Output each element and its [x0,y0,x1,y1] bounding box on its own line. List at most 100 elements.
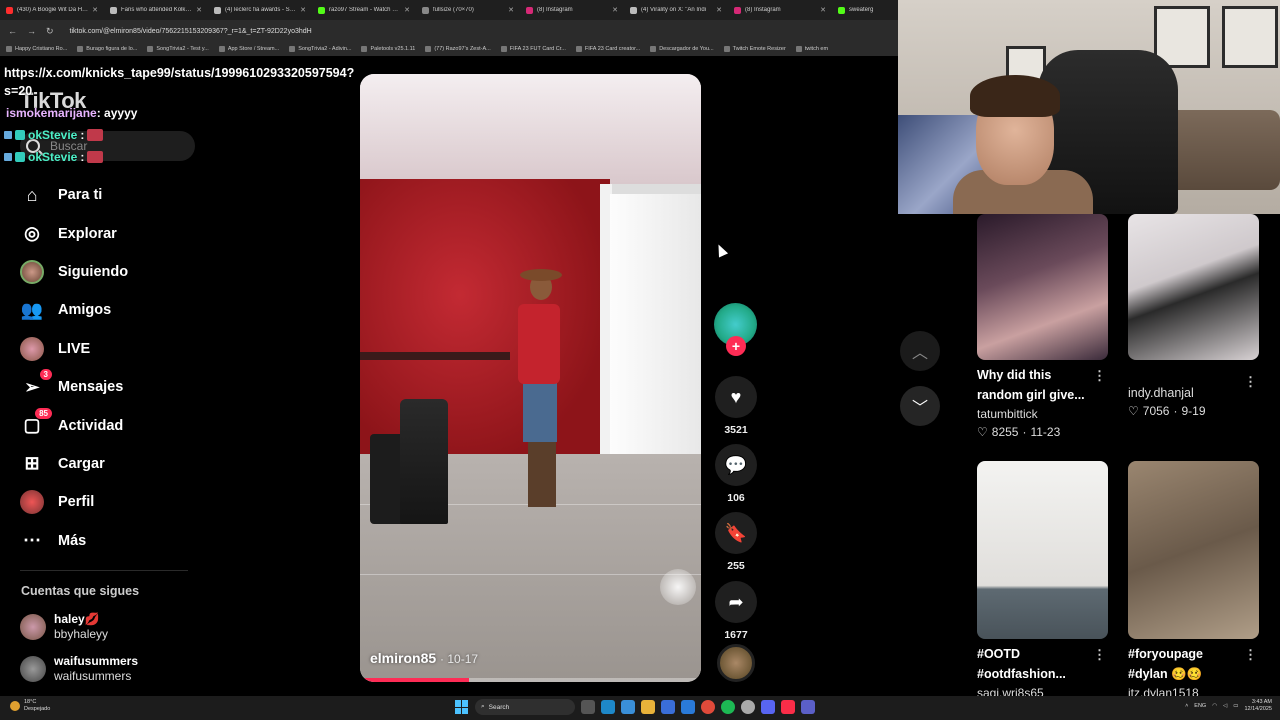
edge-icon[interactable] [601,700,615,714]
sidebar-item-para-ti[interactable]: ⌂ Para ti [18,176,198,214]
more-options-icon[interactable]: ⋮ [1093,645,1106,665]
bookmark-item[interactable]: twitch em [795,46,828,52]
video-thumbnail[interactable] [1128,461,1259,639]
following-account[interactable]: haley💋 bbyhaleyy [20,612,108,642]
video-author-name[interactable]: elmiron85 [370,650,436,666]
bookmark-icon[interactable]: 🔖 [715,512,757,554]
share-icon[interactable]: ➦ [715,581,757,623]
follow-plus-button[interactable]: + [726,336,746,356]
reload-icon[interactable]: ↻ [46,26,54,37]
bookmark-item[interactable]: Burago figura de lo... [77,46,137,52]
previous-video-button[interactable]: ︿ [900,331,940,371]
bookmark-item[interactable]: Descargador de You... [650,46,714,52]
comment-icon[interactable]: 💬 [715,444,757,486]
heart-outline-icon: ♡ [977,425,988,439]
card-username[interactable]: sagi.wri8s65 [977,686,1108,696]
browser-tab[interactable]: fullsize (70×70) ✕ [416,2,520,18]
recommended-video-card[interactable]: indy.dhanjal ⋮ ♡ 7056 · 9-19 [1128,214,1259,418]
mail-icon[interactable] [681,700,695,714]
close-icon[interactable]: ✕ [716,6,722,14]
heart-icon[interactable]: ♥ [715,376,757,418]
bookmark-item[interactable]: App Store / Stream... [218,46,279,52]
wifi-icon[interactable]: ◠ [1212,703,1217,709]
recommended-video-card[interactable]: #OOTD #ootdfashion... ⋮ sagi.wri8s65 [977,461,1108,696]
close-icon[interactable]: ✕ [196,6,202,14]
browser-tab[interactable]: sweaterg✕ [832,2,900,18]
sidebar-item-cargar[interactable]: ⊞ Cargar [18,445,198,483]
recommended-video-card[interactable]: Why did this random girl give... ⋮ tatum… [977,214,1108,439]
task-view-icon[interactable] [581,700,595,714]
account-handle: bbyhaleyy [54,627,109,641]
sidebar-item-mensajes[interactable]: ➢ 3 Mensajes [18,368,198,406]
bookmark-item[interactable]: SongTrivia2 - Test y... [147,46,209,52]
sidebar-item-actividad[interactable]: ▢ 85 Actividad [18,406,198,444]
bookmark-item[interactable]: FIFA 23 Card creator... [575,46,640,52]
bookmark-item[interactable]: SongTrivia2 - Adivin... [289,46,351,52]
bookmark-label: Happy Cristiano Ro... [15,46,68,52]
video-thumbnail[interactable] [977,214,1108,360]
close-icon[interactable]: ✕ [92,6,98,14]
more-options-icon[interactable]: ⋮ [1093,366,1106,386]
url-field[interactable]: tiktok.com/@elmiron85/video/756221515320… [70,28,312,35]
video-thumbnail[interactable] [1128,214,1259,360]
weather-widget[interactable]: 18°C Despejado [10,699,50,713]
bookmark-item[interactable]: Paletools v25.1.11 [361,46,415,52]
close-icon[interactable]: ✕ [612,6,618,14]
obs-icon[interactable] [741,700,755,714]
sidebar-item-amigos[interactable]: 👥 Amigos [18,291,198,329]
card-date: 11-23 [1030,425,1061,439]
sidebar-item-perfil[interactable]: Perfil [18,483,198,521]
card-username[interactable]: itz.dylan1518 [1128,686,1259,696]
following-account[interactable]: waifusummers waifusummers [20,654,138,684]
teams-icon[interactable] [801,700,815,714]
forward-icon[interactable]: → [27,26,36,36]
video-author[interactable]: elmiron85 · 10-17 [370,650,478,666]
store-icon[interactable] [661,700,675,714]
sidebar-item-mas[interactable]: ⋯ Más [18,522,198,560]
spotify-icon[interactable] [721,700,735,714]
bookmark-item[interactable]: Twitch Emote Resizer [723,46,786,52]
bookmark-item[interactable]: Happy Cristiano Ro... [6,46,67,52]
taskbar-search[interactable]: ⌕ Search [475,699,575,715]
chrome-icon[interactable] [701,700,715,714]
windows-taskbar: 18°C Despejado ⌕ Search ˄ ENG ◠ ◁ ▭ 3:43… [0,696,1280,720]
search-icon: ⌕ [481,703,485,710]
recommended-video-card[interactable]: #foryoupage #dylan 🥴🥴 ⋮ itz.dylan1518 [1128,461,1259,696]
home-icon: ⌂ [26,184,38,205]
close-icon[interactable]: ✕ [508,6,514,14]
bookmark-item[interactable]: (77) Razo97's Zest-A... [425,46,491,52]
volume-icon[interactable]: ◁ [1223,703,1227,709]
browser-tab[interactable]: Fans who attended Kolkata ✕ [104,2,208,18]
back-icon[interactable]: ← [8,26,17,36]
close-icon[interactable]: ✕ [820,6,826,14]
battery-icon[interactable]: ▭ [1233,703,1238,709]
more-options-icon[interactable]: ⋮ [1244,645,1257,665]
music-disc-avatar[interactable] [717,644,755,682]
next-video-button[interactable]: ﹀ [900,386,940,426]
browser-tab[interactable]: (8) Instagram ✕ [728,2,832,18]
bookmark-item[interactable]: FIFA 23 FUT Card Cr... [500,46,566,52]
browser-tab[interactable]: (4) Virality on X: "An Indi ✕ [624,2,728,18]
browser-tab[interactable]: razo97 Stream - Watch Live ✕ [312,2,416,18]
video-player[interactable]: elmiron85 · 10-17 [360,74,701,682]
chevron-up-icon[interactable]: ˄ [1185,703,1188,709]
card-username[interactable]: tatumbittick [977,407,1108,421]
sidebar-item-siguiendo[interactable]: Siguiendo [18,253,198,291]
settings-icon[interactable] [621,700,635,714]
browser-tab[interactable]: (8) Instagram ✕ [520,2,624,18]
card-username[interactable]: indy.dhanjal [1128,386,1194,400]
discord-icon[interactable] [761,700,775,714]
language-indicator[interactable]: ENG [1194,703,1206,709]
browser-tab[interactable]: (430) A Boogie Wit Da Hoodie✕ [0,2,104,18]
windows-start-icon[interactable] [455,700,469,714]
music-icon[interactable] [781,700,795,714]
file-explorer-icon[interactable] [641,700,655,714]
more-options-icon[interactable]: ⋮ [1244,374,1257,390]
sidebar-item-explorar[interactable]: ◎ Explorar [18,214,198,252]
browser-tab[interactable]: (4) leclerc fia awards - Search✕ [208,2,312,18]
sidebar-item-live[interactable]: LIVE [18,330,198,368]
video-thumbnail[interactable] [977,461,1108,639]
clock[interactable]: 3:43 AM 12/14/2025 [1244,699,1272,713]
close-icon[interactable]: ✕ [404,6,410,14]
close-icon[interactable]: ✕ [300,6,306,14]
